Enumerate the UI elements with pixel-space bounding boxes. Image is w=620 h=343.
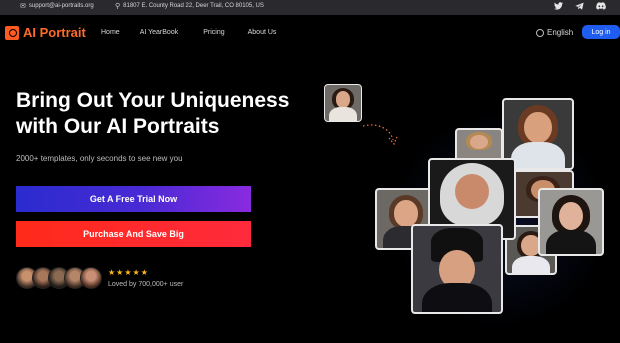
contact-address-text: 81807 E. County Road 22, Deer Trail, CO …: [123, 3, 264, 9]
brand-logo[interactable]: AI Portrait: [5, 25, 86, 40]
rating-stars: ★★★★★: [108, 268, 149, 277]
free-trial-button[interactable]: Get A Free Trial Now: [16, 186, 251, 212]
portrait-sample-small: [324, 84, 362, 122]
top-info-bar: ✉ support@ai-portraits.org ⚲ 81807 E. Co…: [0, 0, 620, 15]
nav-link-home[interactable]: Home: [101, 29, 120, 36]
portrait-card: [455, 128, 503, 162]
avatar: [80, 267, 102, 289]
hero-title-line-2: with Our AI Portraits: [16, 115, 220, 138]
hero-title-line-1: Bring Out Your Uniqueness: [16, 89, 290, 112]
portrait-body: [546, 229, 596, 254]
language-selector[interactable]: English: [536, 28, 573, 37]
brand-name: AI Portrait: [23, 25, 86, 40]
user-avatars: [16, 267, 102, 289]
hero-title: Bring Out Your Uniqueness with Our AI Po…: [16, 88, 336, 140]
telegram-icon[interactable]: [575, 2, 584, 13]
twitter-icon[interactable]: [554, 2, 563, 13]
login-button[interactable]: Log in: [582, 25, 620, 39]
portrait-body: [510, 142, 566, 168]
portrait-body: [421, 282, 493, 312]
portrait-body: [511, 255, 551, 273]
hero-subtitle: 2000+ templates, only seconds to see new…: [16, 154, 183, 163]
portrait-face: [524, 112, 552, 143]
portrait-face: [455, 174, 489, 210]
portrait-body: [328, 107, 358, 121]
portrait-card-suit: [538, 188, 604, 256]
logo-icon: [5, 25, 19, 40]
contact-email[interactable]: ✉ support@ai-portraits.org: [20, 2, 94, 10]
contact-email-text: support@ai-portraits.org: [28, 3, 94, 9]
main-navigation: AI Portrait Home AI YearBook Pricing Abo…: [0, 15, 620, 51]
mail-icon: ✉: [20, 3, 26, 10]
nav-link-about-us[interactable]: About Us: [248, 29, 277, 36]
nav-link-pricing[interactable]: Pricing: [203, 29, 224, 36]
contact-address: ⚲ 81807 E. County Road 22, Deer Trail, C…: [115, 2, 264, 10]
dotted-arrow-icon: [362, 124, 398, 146]
portrait-face: [470, 135, 488, 149]
nav-links: Home AI YearBook Pricing About Us: [101, 29, 276, 36]
language-label: English: [547, 28, 574, 37]
nav-link-ai-yearbook[interactable]: AI YearBook: [140, 29, 179, 36]
social-links: [554, 2, 606, 13]
loved-by-text: Loved by 700,000+ user: [108, 281, 184, 288]
portrait-card-captain: [411, 224, 503, 314]
globe-icon: [536, 28, 544, 37]
location-pin-icon: ⚲: [115, 3, 121, 10]
discord-icon[interactable]: [596, 2, 606, 13]
portrait-face: [335, 91, 351, 108]
purchase-button[interactable]: Purchase And Save Big: [16, 221, 251, 247]
portrait-face: [394, 200, 418, 227]
